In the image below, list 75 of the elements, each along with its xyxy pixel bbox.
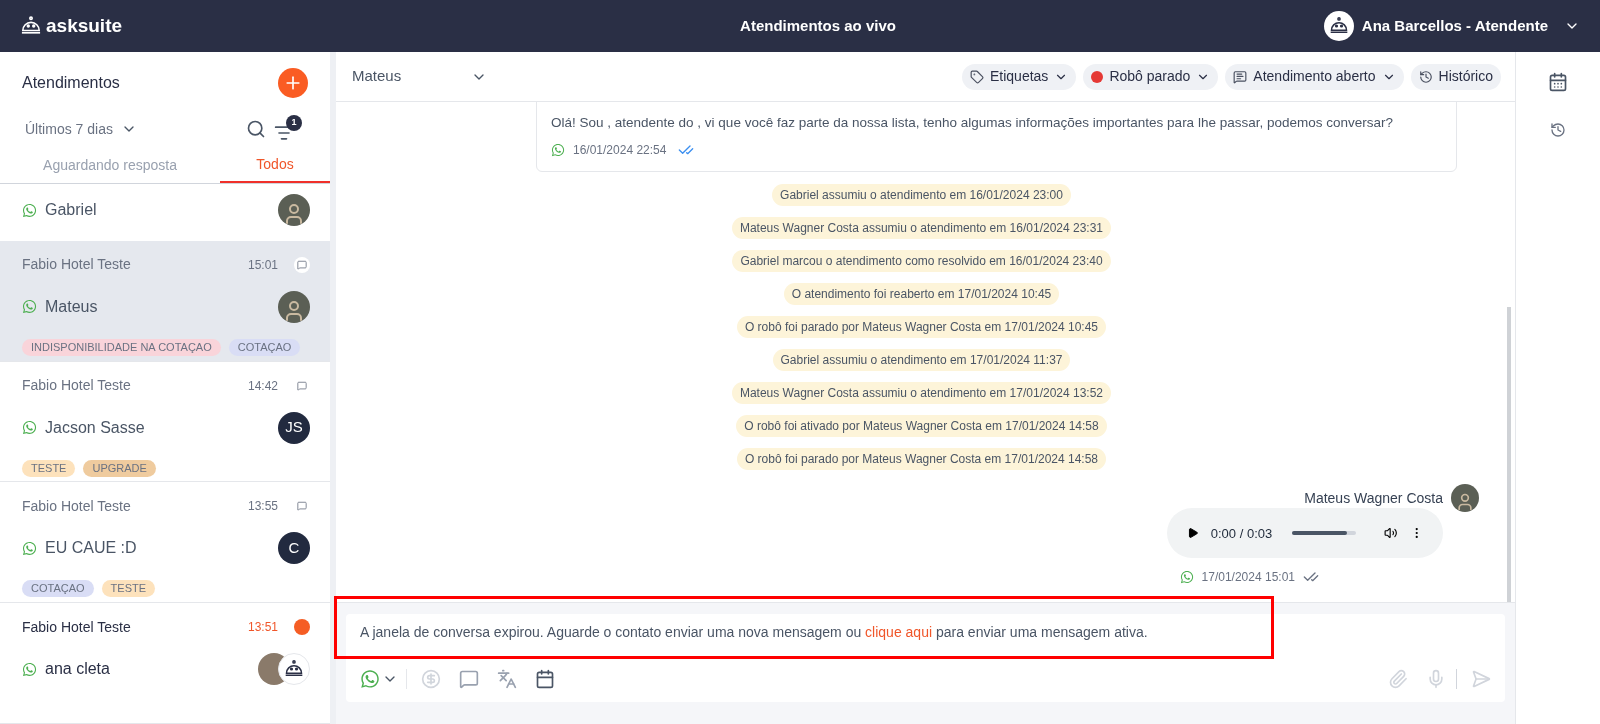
contact-name: Jacson Sasse (45, 417, 146, 438)
whatsapp-icon (1179, 570, 1194, 585)
conversation-time: 15:01 (247, 256, 278, 274)
expired-notice: A janela de conversa expirou. Aguarde o contato enviar uma nova mensagem ou clique aqui para enviar uma mensagem ativa. (360, 623, 1148, 642)
toolbar-button[interactable]: Robô parado (1083, 63, 1219, 90)
calendar-icon[interactable] (1548, 72, 1568, 92)
conversation-time: 13:55 (247, 498, 278, 516)
event-pill: Mateus Wagner Costa assumiu o atendimento em 16/01/2024 23:31 (731, 217, 1112, 240)
whatsapp-icon (551, 143, 565, 158)
avatar: JS (278, 411, 310, 444)
event-pill: Mateus Wagner Costa assumiu o atendimento em 17/01/2024 13:52 (731, 382, 1112, 405)
avatar: C (278, 532, 310, 565)
conversation-time: 13:51 (247, 619, 278, 637)
whatsapp-icon (22, 420, 37, 436)
period-dropdown[interactable]: Últimos 7 dias (25, 118, 137, 140)
user-name[interactable]: Ana Barcellos - Atendente (1361, 14, 1548, 38)
event-pill: O robô foi parado por Mateus Wagner Costa em 17/01/2024 14:58 (736, 448, 1107, 471)
filter-button[interactable]: 1 (274, 115, 302, 143)
event-pill: O atendimento foi reaberto em 17/01/2024 10:45 (783, 283, 1060, 306)
whatsapp-icon (22, 661, 37, 677)
filter-count-badge: 1 (286, 115, 302, 131)
event-pill: O robô foi ativado por Mateus Wagner Costa em 17/01/2024 14:58 (736, 415, 1107, 438)
new-conversation-button[interactable] (278, 68, 308, 98)
hotel-name: Fabio Hotel Teste (22, 617, 132, 637)
tag-label: TESTE (22, 459, 76, 477)
audio-time: 0:00 / 0:03 (1210, 524, 1273, 543)
tag-label: COTAÇAO (228, 338, 301, 356)
tag-label: INDISPONIBILIDADE NA COTAÇAO (22, 338, 221, 356)
logo-icon (20, 16, 42, 36)
avatar-photo (278, 194, 310, 226)
message-icon[interactable] (459, 669, 479, 689)
sidebar-title: Atendimentos (22, 73, 120, 93)
audio-track[interactable] (1292, 531, 1357, 536)
translate-icon[interactable] (497, 669, 517, 689)
chat-icon (1233, 69, 1248, 84)
event-pill: Gabriel marcou o atendimento como resolvido em 16/01/2024 23:40 (732, 250, 1111, 273)
tag-label: UPGRADE (83, 459, 156, 477)
tag-icon (970, 69, 984, 84)
chat-icon (294, 256, 310, 273)
hotel-name: Fabio Hotel Teste (22, 496, 132, 516)
toolbar-button[interactable]: Histórico (1410, 63, 1501, 90)
event-pill: O robô foi parado por Mateus Wagner Costa em 17/01/2024 10:45 (736, 316, 1107, 339)
event-pill: Gabriel assumiu o atendimento em 17/01/2024 11:37 (772, 349, 1071, 372)
history-icon[interactable] (1550, 122, 1566, 138)
message-time: 16/01/2024 22:54 (573, 142, 667, 160)
message-time: 17/01/2024 15:01 (1201, 569, 1295, 587)
search-icon[interactable] (246, 119, 266, 139)
conversation-time: 14:42 (247, 377, 278, 395)
toolbar-button[interactable]: Etiquetas (962, 63, 1077, 90)
toolbar-button[interactable]: Atendimento aberto (1225, 63, 1404, 90)
play-icon[interactable] (1187, 526, 1199, 541)
logo-text: asksuite (46, 13, 123, 38)
hotel-name: Fabio Hotel Teste (22, 376, 132, 396)
contact-name: Gabriel (45, 200, 98, 220)
event-pill: Gabriel assumiu o atendimento em 16/01/2024 23:00 (772, 184, 1071, 207)
whatsapp-icon (22, 299, 37, 315)
history-icon (1418, 69, 1433, 84)
tag-label: COTAÇAO (22, 580, 94, 598)
contact-name: Mateus (45, 296, 99, 317)
conversation-item[interactable]: Fabio Hotel Teste 15:01 Mateus INDISPONIBILIDADE NA COTAÇAO COTAÇAO (0, 240, 330, 362)
contact-name: ana cleta (45, 659, 111, 680)
hotel-name: Fabio Hotel Teste (22, 255, 132, 275)
whatsapp-icon (22, 202, 37, 218)
contact-name: EU CAUE :D (45, 538, 138, 559)
whatsapp-icon (22, 540, 37, 556)
page-title: Atendimentos ao vivo (739, 15, 897, 36)
tag-label: TESTE (101, 580, 156, 598)
contact-dropdown[interactable]: Mateus (352, 65, 488, 88)
scrollbar[interactable] (1507, 307, 1511, 602)
avatar-photo (278, 290, 310, 323)
calendar-icon[interactable] (535, 669, 555, 689)
sender-name: Mateus Wagner Costa (1304, 488, 1443, 508)
audio-player[interactable]: 0:00 / 0:03 (1167, 508, 1443, 559)
message-text: Olá! Sou , atendente do , vi que você faz parte da nossa lista, tenho algumas informações importantes para lhe passar, podemos conversar? (551, 114, 1394, 132)
sender-avatar (1451, 484, 1479, 513)
